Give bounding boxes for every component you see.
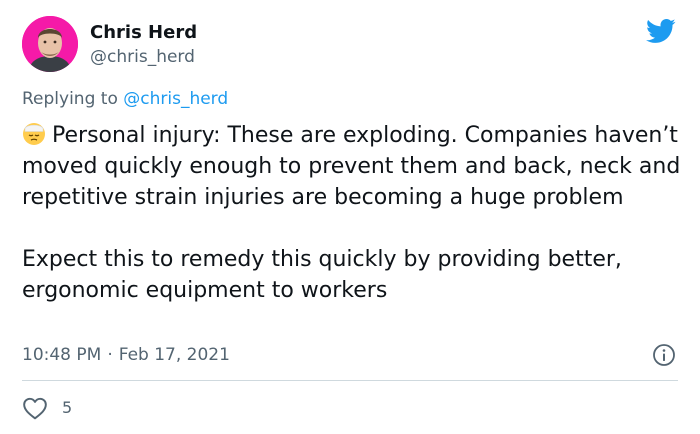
- tweet-date: Feb 17, 2021: [118, 345, 230, 365]
- tweet-card: Chris Herd @chris_herd Replying to @chri…: [0, 0, 700, 434]
- tweet-paragraph-2: Expect this to remedy this quickly by pr…: [22, 247, 622, 303]
- reply-mention-link[interactable]: @chris_herd: [123, 89, 228, 109]
- like-button[interactable]: 5: [22, 396, 72, 420]
- tweet-paragraph: Personal injury: These are exploding. Co…: [22, 120, 692, 213]
- author-name[interactable]: Chris Herd: [90, 22, 197, 44]
- timestamp-separator: ·: [107, 345, 113, 365]
- author-handle[interactable]: @chris_herd: [90, 46, 195, 68]
- reply-context: Replying to @chris_herd: [22, 88, 228, 110]
- divider: [22, 380, 678, 381]
- heart-icon: [23, 397, 47, 420]
- like-count: 5: [62, 398, 73, 417]
- twitter-bird-icon[interactable]: [644, 16, 678, 46]
- avatar-image: [22, 16, 78, 72]
- avatar[interactable]: [22, 16, 78, 72]
- bandaged-face-emoji: [23, 123, 45, 145]
- tweet-body: Personal injury: These are exploding. Co…: [22, 120, 692, 306]
- tweet-paragraph-1: Personal injury: These are exploding. Co…: [22, 123, 681, 210]
- reply-prefix: Replying to: [22, 89, 118, 109]
- tweet-timestamp[interactable]: 10:48 PM · Feb 17, 2021: [22, 344, 230, 366]
- tweet-time: 10:48 PM: [22, 345, 102, 365]
- info-icon[interactable]: [652, 343, 676, 367]
